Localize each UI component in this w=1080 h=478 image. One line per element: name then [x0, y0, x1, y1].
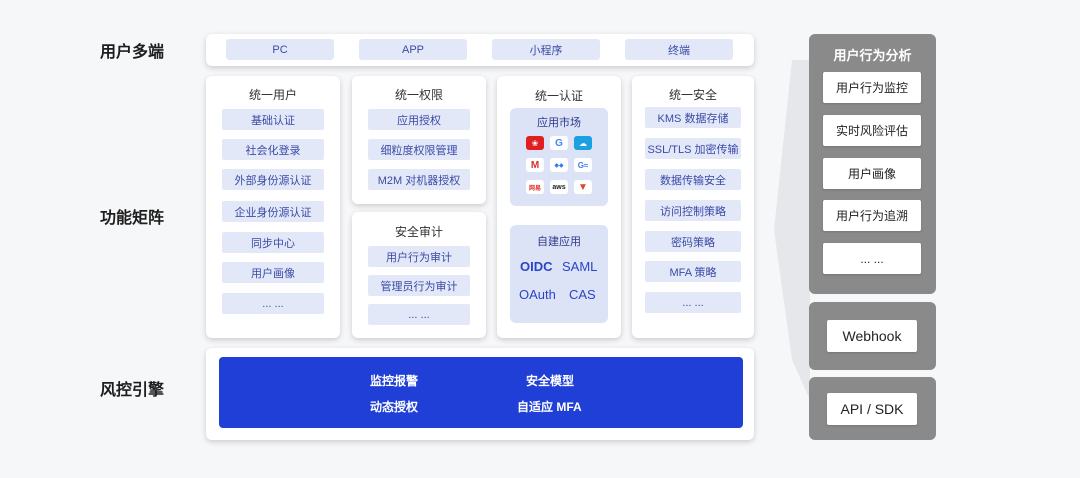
- list-item: 细粒度权限管理: [368, 139, 470, 160]
- multi-end-item: APP: [359, 39, 467, 60]
- behavior-item: 用户画像: [823, 158, 921, 189]
- google-icon: G: [550, 136, 568, 150]
- list-item: 外部身份源认证: [222, 169, 324, 190]
- self-built-panel: 自建应用 OIDC SAML OAuth CAS: [510, 225, 608, 323]
- security-audit-card: 安全审计 用户行为审计 管理员行为审计 ... ...: [352, 212, 486, 338]
- unified-user-card: 统一用户 基础认证 社会化登录 外部身份源认证 企业身份源认证 同步中心 用户画…: [206, 76, 340, 338]
- list-item: 用户行为审计: [368, 246, 470, 267]
- list-item: SSL/TLS 加密传输: [645, 138, 741, 159]
- protocol-label: OIDC: [520, 259, 553, 274]
- list-item: ... ...: [222, 293, 324, 314]
- multi-end-item: 小程序: [492, 39, 600, 60]
- multi-end-bar: PC APP 小程序 终端: [206, 34, 754, 66]
- behavior-item: ... ...: [823, 243, 921, 274]
- salesforce-icon: ☁: [574, 136, 592, 150]
- protocol-label: OAuth: [519, 287, 556, 302]
- list-item: 密码策略: [645, 231, 741, 252]
- list-item: M2M 对机器授权: [368, 169, 470, 190]
- gmail-icon: M: [526, 158, 544, 172]
- list-item: KMS 数据存储: [645, 107, 741, 128]
- protocol-label: CAS: [569, 287, 596, 302]
- behavior-item: 用户行为追溯: [823, 200, 921, 231]
- behavior-item: 用户行为监控: [823, 72, 921, 103]
- unified-user-title: 统一用户: [248, 88, 297, 102]
- risk-engine-panel: 监控报警 安全模型 动态授权 自适应 MFA: [219, 357, 743, 428]
- row-label-risk-engine: 风控引擎: [100, 382, 165, 399]
- row-label-multi-end: 用户多端: [100, 44, 165, 61]
- gitlab-icon: ▼: [574, 180, 592, 194]
- list-item: 应用授权: [368, 109, 470, 130]
- aws-icon: aws: [550, 180, 568, 194]
- app-market-title: 应用市场: [537, 117, 581, 129]
- list-item: 管理员行为审计: [368, 275, 470, 296]
- list-item: 访问控制策略: [645, 200, 741, 221]
- list-item: 企业身份源认证: [222, 201, 324, 222]
- list-item: 基础认证: [222, 109, 324, 130]
- dingtalk-icon: ◆◆: [550, 158, 568, 172]
- self-built-title: 自建应用: [537, 236, 581, 248]
- list-item: 社会化登录: [222, 139, 324, 160]
- risk-engine-item: 监控报警: [370, 374, 419, 388]
- list-item: 同步中心: [222, 232, 324, 253]
- risk-engine-item: 安全模型: [526, 374, 575, 388]
- list-item: 用户画像: [222, 262, 324, 283]
- behavior-item: 实时风险评估: [823, 115, 921, 146]
- unified-security-card: 统一安全 KMS 数据存储 SSL/TLS 加密传输 数据传输安全 访问控制策略…: [632, 76, 754, 338]
- unified-permission-card: 统一权限 应用授权 细粒度权限管理 M2M 对机器授权: [352, 76, 486, 204]
- list-item: 数据传输安全: [645, 169, 741, 190]
- risk-engine-item: 动态授权: [370, 400, 419, 414]
- netease-icon: 网易: [526, 180, 544, 194]
- api-sdk-panel: API / SDK: [809, 377, 936, 440]
- unified-security-title: 统一安全: [668, 88, 717, 102]
- row-label-matrix: 功能矩阵: [100, 210, 165, 227]
- multi-end-item: PC: [226, 39, 334, 60]
- unified-permission-title: 统一权限: [394, 88, 443, 102]
- list-item: ... ...: [645, 292, 741, 313]
- behavior-analysis-title: 用户行为分析: [833, 48, 912, 63]
- huawei-icon: ❀: [526, 136, 544, 150]
- list-item: MFA 策略: [645, 261, 741, 282]
- risk-engine-item: 自适应 MFA: [517, 400, 582, 414]
- list-item: ... ...: [368, 304, 470, 325]
- behavior-analysis-panel: 用户行为分析 用户行为监控 实时风险评估 用户画像 用户行为追溯 ... ...: [809, 34, 936, 294]
- feishu-icon: G≈: [574, 158, 592, 172]
- security-audit-title: 安全审计: [394, 225, 443, 239]
- unified-auth-card: 统一认证 应用市场 ❀ G ☁ M ◆◆ G≈ 网易 aws ▼ 自建应用 OI…: [497, 76, 621, 338]
- app-market-panel: 应用市场 ❀ G ☁ M ◆◆ G≈ 网易 aws ▼: [510, 108, 608, 206]
- unified-auth-title: 统一认证: [534, 89, 583, 103]
- protocol-label: SAML: [562, 259, 598, 274]
- api-sdk-label: API / SDK: [827, 393, 917, 425]
- multi-end-item: 终端: [625, 39, 733, 60]
- webhook-panel: Webhook: [809, 302, 936, 370]
- webhook-label: Webhook: [827, 320, 917, 352]
